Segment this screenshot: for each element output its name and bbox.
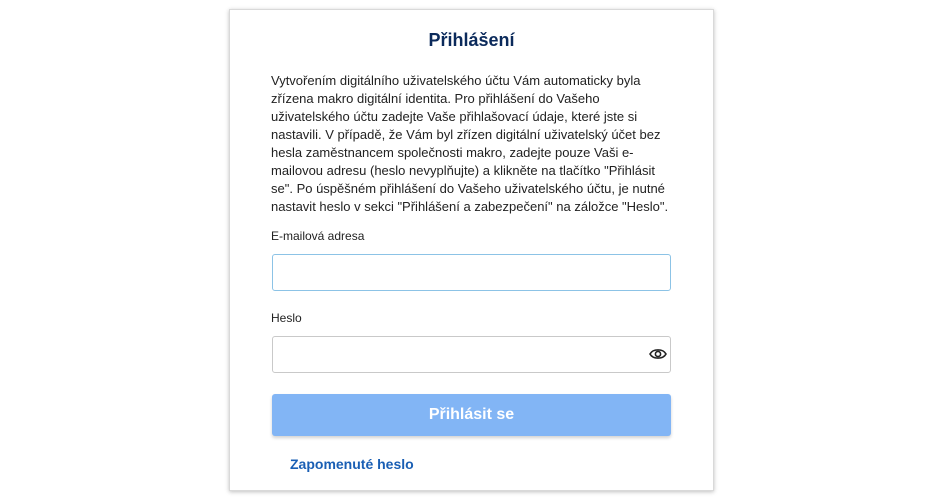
login-card: Přihlášení Vytvořením digitálního uživat… (229, 9, 714, 491)
page-title: Přihlášení (428, 30, 515, 50)
password-field[interactable] (272, 336, 671, 373)
password-label: Heslo (271, 311, 302, 325)
forgot-password-link[interactable]: Zapomenuté heslo (290, 456, 414, 472)
email-label: E-mailová adresa (271, 229, 365, 243)
login-button[interactable]: Přihlásit se (272, 394, 671, 436)
eye-icon[interactable] (649, 347, 667, 361)
email-field[interactable] (272, 254, 671, 291)
intro-text: Vytvořením digitálního uživatelského účt… (271, 73, 669, 214)
